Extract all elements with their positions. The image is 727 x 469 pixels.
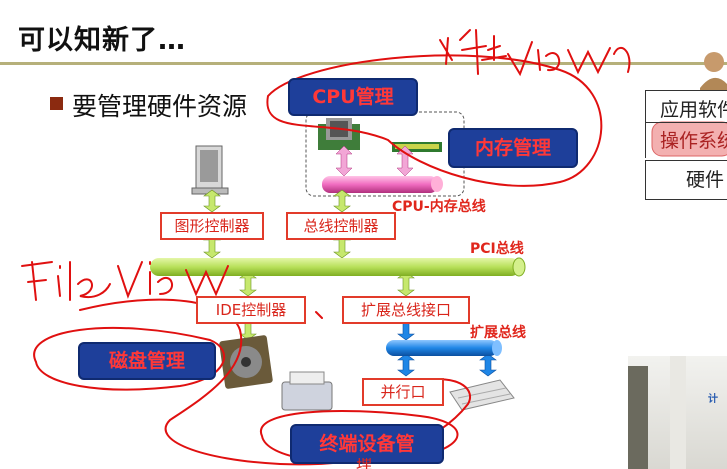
keyboard-icon — [449, 379, 515, 411]
cpu-memory-bus-label: CPU-内存总线 — [392, 199, 486, 215]
expansion-bus-label: 扩展总线 — [470, 325, 526, 341]
ide-controller-box: IDE控制器 — [196, 296, 306, 324]
process-view-glyphs — [439, 29, 507, 75]
cpu-management-pill: CPU管理 — [288, 78, 418, 116]
bus-controller-box: 总线控制器 — [286, 212, 396, 240]
memory-management-pill: 内存管理 — [448, 128, 578, 168]
terminal-pill-overflow: 理 — [356, 458, 373, 469]
os-table-row-hardware: 硬件 — [645, 160, 727, 200]
parallel-port-box: 并行口 — [362, 378, 444, 406]
bus-to-keyboard-arrow — [479, 353, 497, 377]
bus-to-controller-arrow — [333, 189, 351, 213]
hard-disk-icon — [219, 335, 273, 389]
graphics-controller-box: 图形控制器 — [160, 212, 264, 240]
pci-bus-label: PCI总线 — [470, 241, 524, 257]
cpu-memory-bus — [322, 176, 438, 193]
presenter-icon — [700, 52, 727, 90]
file-script-glyphs — [21, 261, 111, 301]
expansion-bus — [386, 340, 498, 356]
bus-to-parallel-arrow — [397, 353, 415, 377]
presenter-video-thumbnail: 计 — [628, 356, 727, 469]
cpu-to-bus-arrow — [335, 145, 353, 177]
printer-icon — [281, 371, 333, 411]
view-script-top — [507, 41, 631, 77]
monitor-icon — [191, 145, 229, 195]
expansion-interface-box: 扩展总线接口 — [342, 296, 470, 324]
cpu-chip-icon — [318, 118, 360, 150]
memory-stick-icon — [392, 142, 442, 152]
disk-management-pill: 磁盘管理 — [78, 342, 216, 380]
os-table-row-os: 操作系统 — [645, 122, 727, 158]
